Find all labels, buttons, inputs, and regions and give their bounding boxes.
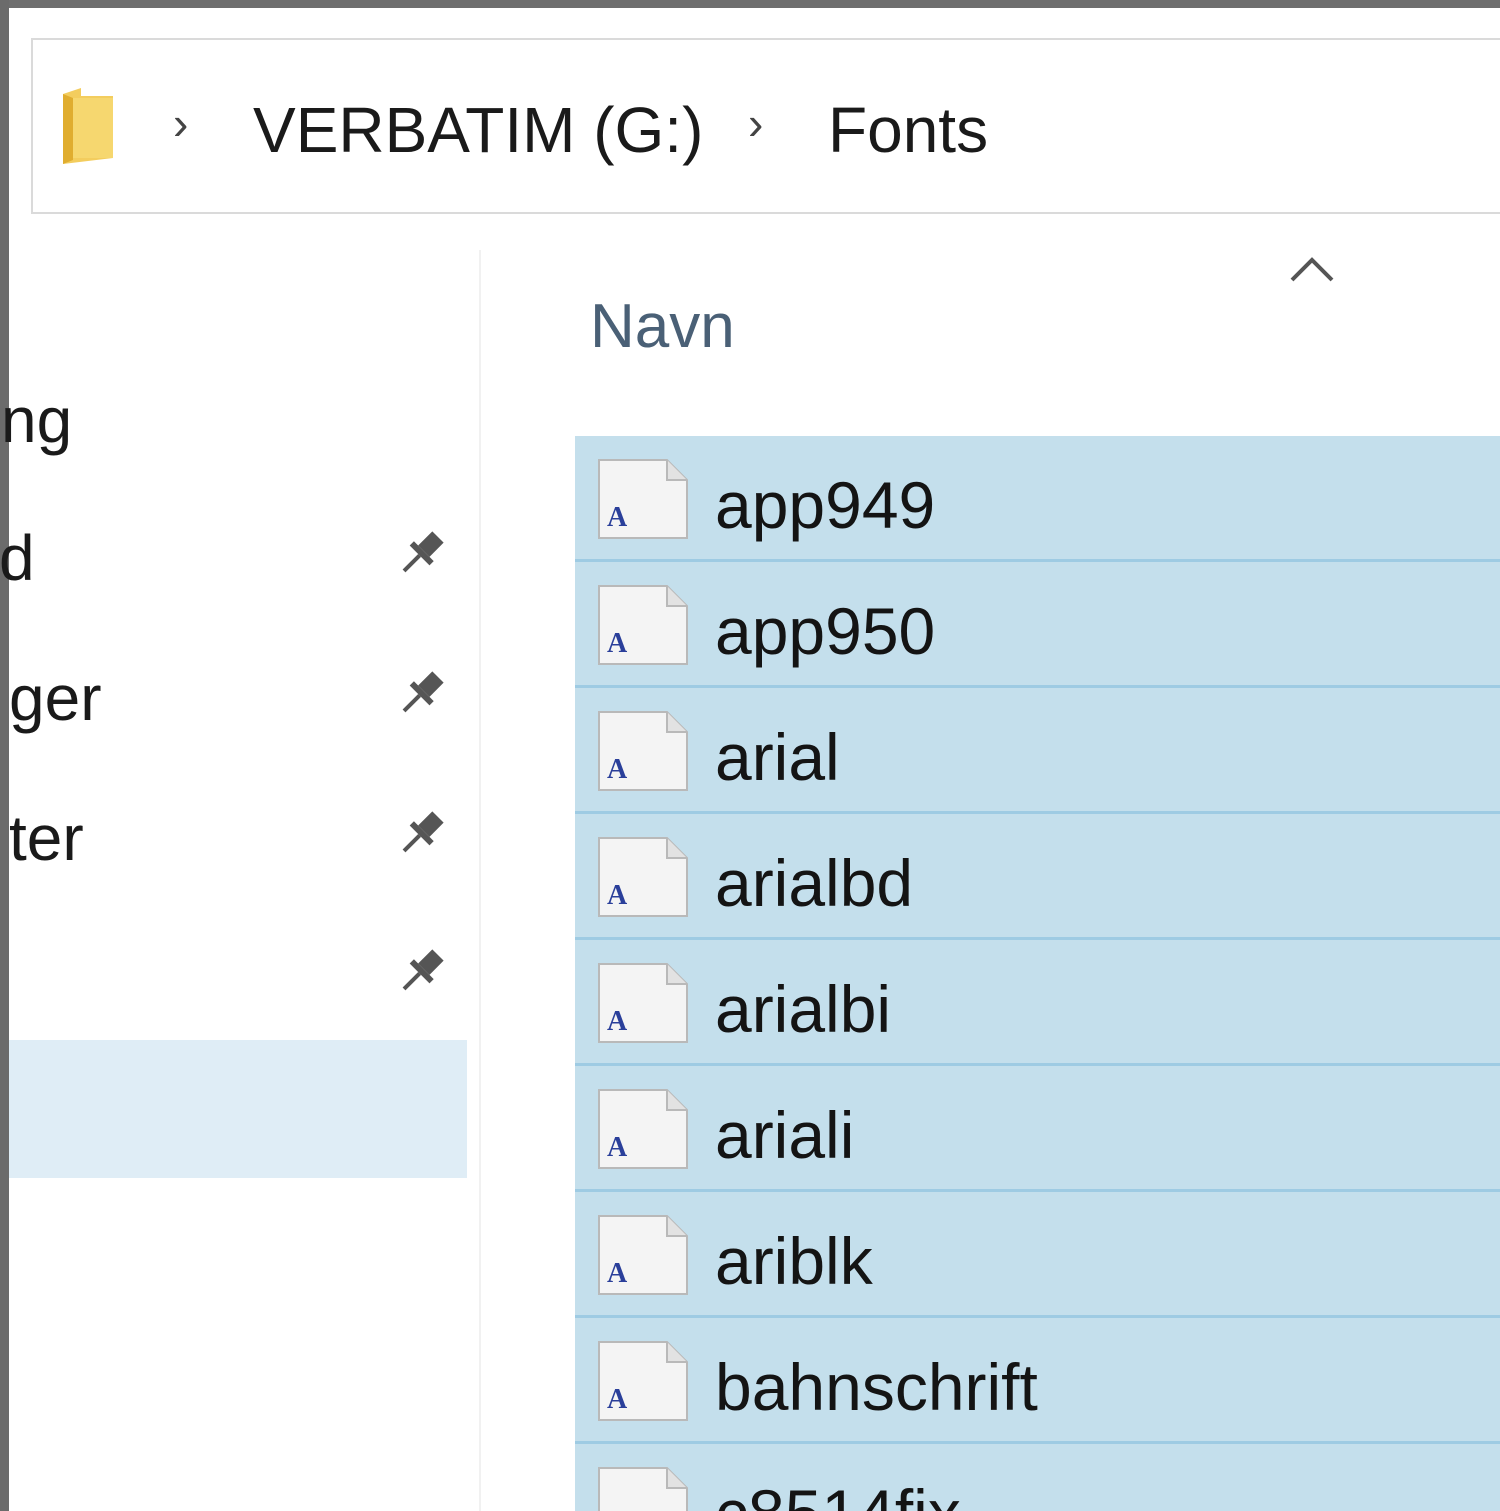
file-name: bahnschrift: [715, 1350, 1038, 1424]
nav-item-label: ger: [9, 662, 102, 734]
pin-icon[interactable]: [389, 662, 453, 726]
file-row[interactable]: A arialbd: [575, 814, 1500, 940]
nav-item[interactable]: ter: [9, 806, 209, 876]
window-left-border: [0, 0, 9, 1511]
svg-text:A: A: [607, 1258, 628, 1289]
file-explorer-window: › VERBATIM (G:) › Fonts ng d ger ter Nav…: [0, 0, 1500, 1511]
breadcrumb-separator-icon[interactable]: ›: [173, 100, 188, 146]
sort-ascending-icon: [1290, 257, 1334, 282]
file-list: A app949 A app950 A arial A arialbd A ar…: [575, 436, 1500, 1511]
column-header-name[interactable]: Navn: [590, 296, 735, 358]
svg-text:A: A: [607, 628, 628, 659]
nav-item[interactable]: ng: [1, 388, 209, 458]
font-file-icon: A: [598, 459, 688, 539]
file-row[interactable]: A arial: [575, 688, 1500, 814]
nav-item[interactable]: ger: [9, 666, 209, 736]
file-name: ariblk: [715, 1224, 873, 1298]
file-name: arialbd: [715, 846, 914, 920]
font-file-icon: A: [598, 711, 688, 791]
file-row[interactable]: A app950: [575, 562, 1500, 688]
nav-item[interactable]: d: [0, 526, 209, 596]
font-file-icon: A: [598, 837, 688, 917]
svg-text:A: A: [607, 502, 628, 533]
breadcrumb-item-drive[interactable]: VERBATIM (G:): [253, 98, 703, 162]
breadcrumb-item-folder[interactable]: Fonts: [828, 98, 988, 162]
font-file-icon: A: [598, 1341, 688, 1421]
file-row[interactable]: A bahnschrift: [575, 1318, 1500, 1444]
breadcrumb-separator-icon[interactable]: ›: [748, 100, 763, 146]
file-name: arialbi: [715, 972, 892, 1046]
nav-item-label: ter: [9, 802, 84, 874]
font-file-icon: A: [598, 1467, 688, 1511]
font-file-icon: A: [598, 585, 688, 665]
address-bar[interactable]: › VERBATIM (G:) › Fonts: [31, 38, 1500, 214]
font-file-icon: A: [598, 963, 688, 1043]
window-top-border: [0, 0, 1500, 8]
file-name: c8514fix: [715, 1480, 961, 1511]
font-file-icon: A: [598, 1089, 688, 1169]
svg-text:A: A: [607, 1006, 628, 1037]
nav-selected-item[interactable]: [9, 1040, 467, 1178]
font-file-icon: A: [598, 1215, 688, 1295]
navigation-pane: ng d ger ter: [0, 250, 479, 1511]
nav-item-label: ng: [1, 384, 73, 456]
file-row[interactable]: A ariblk: [575, 1192, 1500, 1318]
nav-item-label: d: [0, 522, 35, 594]
nav-item[interactable]: [9, 942, 209, 1012]
pin-icon[interactable]: [389, 522, 453, 586]
file-row[interactable]: A c8514fix: [575, 1444, 1500, 1511]
file-row[interactable]: A ariali: [575, 1066, 1500, 1192]
file-name: app950: [715, 594, 936, 668]
pin-icon[interactable]: [389, 802, 453, 866]
file-row[interactable]: A app949: [575, 436, 1500, 562]
file-row[interactable]: A arialbi: [575, 940, 1500, 1066]
file-name: app949: [715, 468, 936, 542]
pin-icon[interactable]: [389, 940, 453, 1004]
pane-divider[interactable]: [479, 250, 481, 1511]
svg-text:A: A: [607, 880, 628, 911]
file-name: ariali: [715, 1098, 855, 1172]
file-name: arial: [715, 720, 840, 794]
folder-icon: [63, 88, 113, 164]
svg-text:A: A: [607, 754, 628, 785]
svg-text:A: A: [607, 1132, 628, 1163]
svg-text:A: A: [607, 1384, 628, 1415]
